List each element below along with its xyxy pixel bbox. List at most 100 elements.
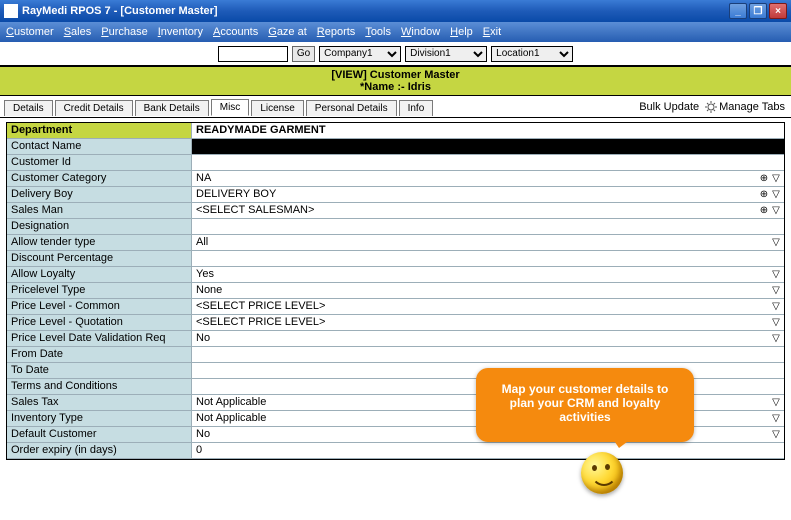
grid-header-value[interactable]: READYMADE GARMENT bbox=[192, 123, 784, 138]
tab-misc[interactable]: Misc bbox=[211, 99, 250, 116]
grid-label: Sales Man bbox=[7, 203, 192, 218]
grid-row: Order expiry (in days)0 bbox=[7, 443, 784, 459]
go-button[interactable]: Go bbox=[292, 46, 315, 62]
grid-label: Default Customer bbox=[7, 427, 192, 442]
search-input[interactable] bbox=[218, 46, 288, 62]
menu-help[interactable]: Help bbox=[450, 26, 473, 38]
chevron-down-icon[interactable]: ▽ bbox=[770, 268, 782, 280]
chevron-down-icon[interactable]: ▽ bbox=[770, 300, 782, 312]
grid-value[interactable]: All▽ bbox=[192, 235, 784, 250]
menu-purchase[interactable]: Purchase bbox=[101, 26, 147, 38]
grid-row: Customer CategoryNA⊕▽ bbox=[7, 171, 784, 187]
tab-info[interactable]: Info bbox=[399, 100, 434, 116]
chevron-down-icon[interactable]: ▽ bbox=[770, 284, 782, 296]
maximize-button[interactable]: ❐ bbox=[749, 3, 767, 19]
grid-value[interactable] bbox=[192, 139, 784, 154]
grid-label: Designation bbox=[7, 219, 192, 234]
grid-row: Pricelevel TypeNone▽ bbox=[7, 283, 784, 299]
tab-bank-details[interactable]: Bank Details bbox=[135, 100, 209, 116]
grid-row: Sales Man<SELECT SALESMAN>⊕▽ bbox=[7, 203, 784, 219]
grid-label: Customer Id bbox=[7, 155, 192, 170]
grid-row: Contact Name bbox=[7, 139, 784, 155]
menu-customer[interactable]: Customer bbox=[6, 26, 54, 38]
menu-tools[interactable]: Tools bbox=[365, 26, 391, 38]
tab-credit-details[interactable]: Credit Details bbox=[55, 100, 133, 116]
grid-row: Allow tender typeAll▽ bbox=[7, 235, 784, 251]
menu-window[interactable]: Window bbox=[401, 26, 440, 38]
grid-value[interactable] bbox=[192, 251, 784, 266]
add-icon[interactable]: ⊕ bbox=[758, 188, 770, 200]
manage-tabs-label: Manage Tabs bbox=[719, 101, 785, 113]
grid-value[interactable]: <SELECT PRICE LEVEL>▽ bbox=[192, 299, 784, 314]
view-subtitle: *Name :- Idris bbox=[0, 81, 791, 93]
chevron-down-icon[interactable]: ▽ bbox=[770, 332, 782, 344]
grid-value[interactable]: <SELECT PRICE LEVEL>▽ bbox=[192, 315, 784, 330]
bulk-update-label: Bulk Update bbox=[639, 101, 699, 113]
chevron-down-icon[interactable]: ▽ bbox=[770, 428, 782, 440]
manage-tabs-button[interactable]: Manage Tabs bbox=[705, 101, 785, 113]
grid-row: Price Level Date Validation ReqNo▽ bbox=[7, 331, 784, 347]
grid-row: Customer Id bbox=[7, 155, 784, 171]
menu-gaze-at[interactable]: Gaze at bbox=[268, 26, 307, 38]
window-buttons: _ ❐ × bbox=[729, 3, 787, 19]
grid-value[interactable]: NA⊕▽ bbox=[192, 171, 784, 186]
menu-bar: Customer Sales Purchase Inventory Accoun… bbox=[0, 22, 791, 42]
division-select[interactable]: Division1 bbox=[405, 46, 487, 62]
tip-text: Map your customer details to plan your C… bbox=[502, 382, 669, 424]
grid-value[interactable]: <SELECT SALESMAN>⊕▽ bbox=[192, 203, 784, 218]
menu-exit[interactable]: Exit bbox=[483, 26, 501, 38]
app-icon bbox=[4, 4, 18, 18]
grid-label: Pricelevel Type bbox=[7, 283, 192, 298]
bulk-update-button[interactable]: Bulk Update bbox=[639, 101, 699, 113]
tab-details[interactable]: Details bbox=[4, 100, 53, 116]
chevron-down-icon[interactable]: ▽ bbox=[770, 204, 782, 216]
grid-value[interactable]: DELIVERY BOY⊕▽ bbox=[192, 187, 784, 202]
close-button[interactable]: × bbox=[769, 3, 787, 19]
grid-row: Delivery BoyDELIVERY BOY⊕▽ bbox=[7, 187, 784, 203]
menu-inventory[interactable]: Inventory bbox=[158, 26, 203, 38]
window-title: RayMedi RPOS 7 - [Customer Master] bbox=[22, 5, 729, 17]
grid-label: Price Level - Quotation bbox=[7, 315, 192, 330]
grid-value[interactable] bbox=[192, 155, 784, 170]
grid-label: Order expiry (in days) bbox=[7, 443, 192, 458]
grid-value[interactable]: None▽ bbox=[192, 283, 784, 298]
tab-personal-details[interactable]: Personal Details bbox=[306, 100, 397, 116]
tip-callout: Map your customer details to plan your C… bbox=[476, 368, 694, 442]
add-icon[interactable]: ⊕ bbox=[758, 204, 770, 216]
chevron-down-icon[interactable]: ▽ bbox=[770, 236, 782, 248]
grid-value[interactable]: 0 bbox=[192, 443, 784, 458]
grid-value[interactable] bbox=[192, 219, 784, 234]
grid-value[interactable]: No▽ bbox=[192, 331, 784, 346]
add-icon[interactable]: ⊕ bbox=[758, 172, 770, 184]
grid-label: Inventory Type bbox=[7, 411, 192, 426]
grid-row: Price Level - Common<SELECT PRICE LEVEL>… bbox=[7, 299, 784, 315]
minimize-button[interactable]: _ bbox=[729, 3, 747, 19]
chevron-down-icon[interactable]: ▽ bbox=[770, 316, 782, 328]
location-select[interactable]: Location1 bbox=[491, 46, 573, 62]
menu-sales[interactable]: Sales bbox=[64, 26, 92, 38]
grid-header-label: Department bbox=[7, 123, 192, 138]
menu-accounts[interactable]: Accounts bbox=[213, 26, 258, 38]
title-bar: RayMedi RPOS 7 - [Customer Master] _ ❐ × bbox=[0, 0, 791, 22]
grid-label: Allow Loyalty bbox=[7, 267, 192, 282]
grid-value[interactable]: Yes▽ bbox=[192, 267, 784, 282]
chevron-down-icon[interactable]: ▽ bbox=[770, 396, 782, 408]
grid-value[interactable] bbox=[192, 347, 784, 362]
grid-label: Price Level Date Validation Req bbox=[7, 331, 192, 346]
grid-label: Discount Percentage bbox=[7, 251, 192, 266]
gear-icon bbox=[705, 101, 717, 113]
chevron-down-icon[interactable]: ▽ bbox=[770, 412, 782, 424]
grid-label: To Date bbox=[7, 363, 192, 378]
grid-label: Price Level - Common bbox=[7, 299, 192, 314]
grid-label: From Date bbox=[7, 347, 192, 362]
menu-reports[interactable]: Reports bbox=[317, 26, 356, 38]
tab-license[interactable]: License bbox=[251, 100, 303, 116]
chevron-down-icon[interactable]: ▽ bbox=[770, 172, 782, 184]
grid-row: Discount Percentage bbox=[7, 251, 784, 267]
view-header: [VIEW] Customer Master *Name :- Idris bbox=[0, 66, 791, 96]
company-select[interactable]: Company1 bbox=[319, 46, 401, 62]
grid-label: Sales Tax bbox=[7, 395, 192, 410]
grid-label: Allow tender type bbox=[7, 235, 192, 250]
chevron-down-icon[interactable]: ▽ bbox=[770, 188, 782, 200]
grid-label: Customer Category bbox=[7, 171, 192, 186]
